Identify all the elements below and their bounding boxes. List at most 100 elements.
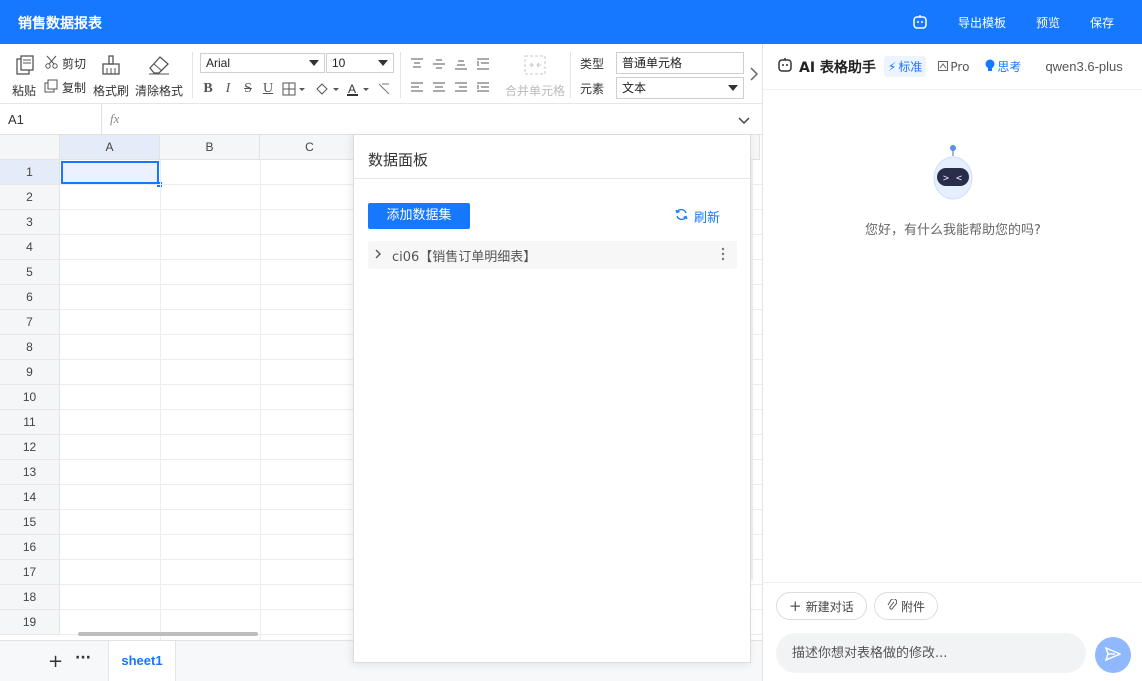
clear-format-button[interactable]: 清除格式: [135, 54, 183, 99]
cell-reference-box[interactable]: A1: [0, 104, 102, 135]
align-right-icon[interactable]: [453, 80, 469, 96]
copy-label: 复制: [62, 81, 87, 95]
row-header[interactable]: 18: [0, 585, 60, 610]
row-header[interactable]: 3: [0, 210, 60, 235]
element-value: 文本: [622, 81, 647, 95]
row-header[interactable]: 13: [0, 460, 60, 485]
data-panel-title: 数据面板: [354, 135, 750, 179]
add-dataset-button[interactable]: 添加数据集: [368, 203, 470, 229]
border-icon[interactable]: [282, 81, 306, 97]
new-chat-label: 新建对话: [805, 599, 854, 614]
horizontal-scrollbar[interactable]: [78, 632, 258, 636]
ai-robot-icon[interactable]: [912, 14, 928, 30]
mode-think-button[interactable]: 思考: [981, 56, 1025, 77]
mode-pro-label: Pro: [950, 59, 970, 74]
grid-column-line: [260, 160, 261, 640]
row-header[interactable]: 8: [0, 335, 60, 360]
column-header[interactable]: A: [60, 135, 160, 160]
dataset-name: ci06【销售订单明细表】: [392, 249, 537, 265]
mode-pro-button[interactable]: Pro: [934, 58, 973, 76]
row-header[interactable]: 17: [0, 560, 60, 585]
selected-cell[interactable]: [61, 161, 159, 184]
merge-cells-label: 合并单元格: [505, 84, 566, 98]
italic-icon[interactable]: I: [220, 81, 236, 97]
font-color-icon[interactable]: A: [346, 81, 372, 97]
plus-icon: +: [789, 597, 802, 615]
mode-think-label: 思考: [997, 60, 1022, 74]
more-icon[interactable]: ···: [75, 650, 91, 666]
dataset-item[interactable]: ci06【销售订单明细表】: [368, 241, 737, 269]
align-left-icon[interactable]: [409, 80, 425, 96]
attachment-label: 附件: [901, 599, 926, 614]
svg-text:>: >: [943, 173, 949, 184]
clear-format-label: 清除格式: [135, 84, 184, 98]
wrap-text-icon[interactable]: [475, 56, 491, 72]
chevron-down-icon: [378, 60, 388, 66]
row-header[interactable]: 5: [0, 260, 60, 285]
data-panel: 数据面板 添加数据集 刷新 ci06【销售订单明细表】: [353, 134, 751, 663]
indent-icon[interactable]: [475, 80, 491, 96]
export-template-button[interactable]: 导出模板: [958, 14, 1006, 31]
row-header[interactable]: 9: [0, 360, 60, 385]
row-header[interactable]: 16: [0, 535, 60, 560]
save-button[interactable]: 保存: [1090, 14, 1114, 31]
merge-cells-icon: [523, 54, 547, 79]
fx-icon: fx: [110, 111, 120, 126]
clear-style-icon[interactable]: [376, 81, 392, 97]
underline-icon[interactable]: U: [260, 81, 276, 97]
fill-color-icon[interactable]: [314, 81, 340, 97]
lightbulb-icon: [985, 59, 995, 75]
row-header[interactable]: 15: [0, 510, 60, 535]
column-header[interactable]: C: [260, 135, 360, 160]
cell-type-value: 普通单元格: [622, 56, 683, 70]
more-vertical-icon[interactable]: [721, 247, 725, 265]
chevron-right-icon[interactable]: [374, 248, 386, 263]
cut-button[interactable]: 剪切: [44, 55, 86, 72]
align-bottom-icon[interactable]: [453, 56, 469, 72]
strikethrough-icon[interactable]: S: [240, 81, 256, 97]
paste-button[interactable]: 粘贴: [12, 54, 36, 99]
row-header[interactable]: 10: [0, 385, 60, 410]
merge-cells-button[interactable]: 合并单元格: [505, 54, 565, 99]
mode-standard-button[interactable]: ⚡︎ 标准: [883, 56, 927, 77]
row-header[interactable]: 14: [0, 485, 60, 510]
align-top-icon[interactable]: [409, 56, 425, 72]
new-chat-button[interactable]: + 新建对话: [776, 592, 867, 620]
row-header[interactable]: 7: [0, 310, 60, 335]
row-header[interactable]: 2: [0, 185, 60, 210]
format-painter-label: 格式刷: [93, 84, 130, 98]
bold-icon[interactable]: B: [200, 81, 216, 97]
formula-bar: A1 fx: [0, 104, 762, 135]
chevron-down-icon[interactable]: [738, 114, 750, 128]
row-header[interactable]: 12: [0, 435, 60, 460]
align-center-icon[interactable]: [431, 80, 447, 96]
ai-panel-title: AI 表格助手: [799, 59, 876, 76]
add-sheet-icon[interactable]: +: [48, 651, 63, 672]
cell-type-input[interactable]: 普通单元格: [616, 52, 744, 74]
font-family-select[interactable]: Arial: [200, 53, 325, 73]
send-button[interactable]: [1095, 637, 1131, 673]
ai-assistant-panel: AI 表格助手 ⚡︎ 标准 Pro 思考 qwen3.6-plus > < 您好…: [762, 44, 1142, 681]
font-size-select[interactable]: 10: [326, 53, 394, 73]
copy-button[interactable]: 复制: [44, 79, 86, 96]
sheet-tab-active[interactable]: sheet1: [108, 641, 176, 681]
attachment-button[interactable]: 附件: [874, 592, 939, 620]
preview-button[interactable]: 预览: [1036, 14, 1060, 31]
column-header[interactable]: B: [160, 135, 260, 160]
app-title: 销售数据报表: [18, 16, 102, 32]
row-header[interactable]: 11: [0, 410, 60, 435]
model-selector[interactable]: qwen3.6-plus: [1045, 59, 1122, 74]
mode-standard-label: 标准: [898, 60, 923, 74]
chat-input[interactable]: [776, 633, 1086, 673]
row-header[interactable]: 4: [0, 235, 60, 260]
element-label: 元素: [580, 82, 605, 96]
row-header[interactable]: 19: [0, 610, 60, 635]
row-header[interactable]: 6: [0, 285, 60, 310]
row-header[interactable]: 1: [0, 160, 60, 185]
format-painter-button[interactable]: 格式刷: [93, 54, 129, 99]
chevron-right-icon[interactable]: [746, 66, 762, 82]
align-middle-icon[interactable]: [431, 56, 447, 72]
grid-corner[interactable]: [0, 135, 60, 160]
refresh-button[interactable]: 刷新: [675, 207, 720, 226]
element-select[interactable]: 文本: [616, 77, 744, 99]
